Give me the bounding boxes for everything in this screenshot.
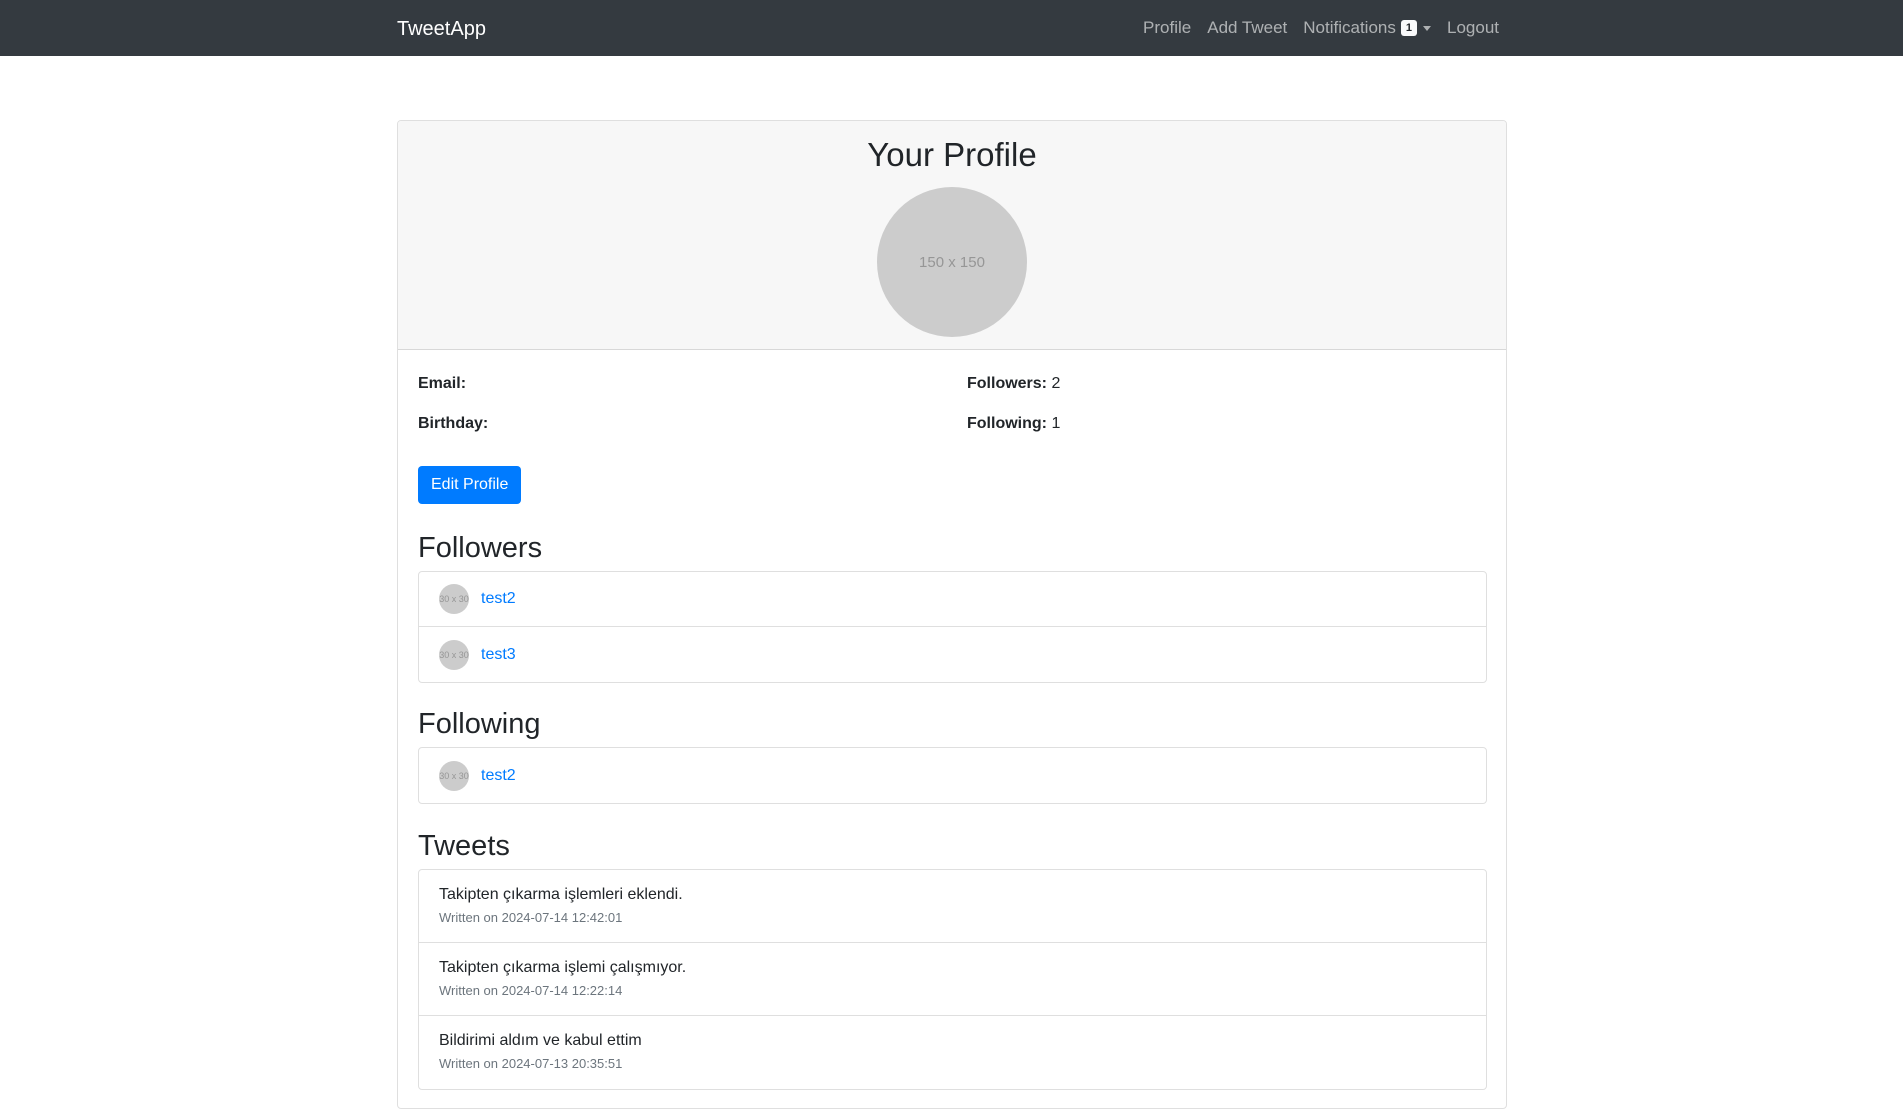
email-row: Email:	[418, 373, 466, 395]
avatar-placeholder-text: 30 x 30	[439, 770, 469, 781]
tweet-item: Takipten çıkarma işlemi çalışmıyor. Writ…	[419, 943, 1486, 1016]
tweet-item: Bildirimi aldım ve kabul ettim Written o…	[419, 1016, 1486, 1089]
nav-logout-link[interactable]: Logout	[1447, 16, 1499, 40]
email-label: Email:	[418, 375, 467, 392]
avatar: 30 x 30	[439, 639, 469, 670]
following-count-value: 1	[1051, 415, 1061, 432]
tweet-text: Bildirimi aldım ve kabul ettim	[439, 1032, 642, 1049]
top-navbar: TweetApp Profile Add Tweet Notifications…	[0, 0, 1903, 56]
following-count-label: Following:	[967, 415, 1047, 432]
follower-link[interactable]: test3	[481, 646, 516, 664]
following-count-row: Following: 1	[967, 413, 1060, 435]
followers-count-row: Followers: 2	[967, 373, 1060, 395]
tweet-text: Takipten çıkarma işlemleri eklendi.	[439, 886, 683, 903]
tweet-text: Takipten çıkarma işlemi çalışmıyor.	[439, 959, 687, 976]
tweet-timestamp: Written on 2024-07-14 12:22:14	[439, 983, 623, 998]
followers-list: 30 x 30 test2 30 x 30 test3	[418, 571, 1487, 683]
nav-links: Profile Add Tweet Notifications 1 Logout	[1127, 0, 1499, 56]
list-item: 30 x 30 test3	[419, 627, 1486, 682]
nav-profile-link[interactable]: Profile	[1143, 16, 1191, 40]
avatar-placeholder-text: 30 x 30	[439, 649, 469, 660]
brand-link[interactable]: TweetApp	[397, 16, 486, 42]
edit-profile-button[interactable]: Edit Profile	[418, 466, 522, 504]
page-title: Your Profile	[867, 136, 1037, 173]
list-item: 30 x 30 test2	[419, 572, 1486, 627]
tweets-list: Takipten çıkarma işlemleri eklendi. Writ…	[418, 869, 1487, 1090]
avatar: 30 x 30	[439, 760, 469, 791]
following-link[interactable]: test2	[481, 767, 516, 785]
nav-add-tweet-link[interactable]: Add Tweet	[1207, 16, 1287, 40]
notifications-count-badge: 1	[1400, 20, 1417, 36]
tweet-item: Takipten çıkarma işlemleri eklendi. Writ…	[419, 870, 1486, 943]
follower-link[interactable]: test2	[481, 590, 516, 608]
avatar-placeholder-text: 150 x 150	[919, 253, 985, 271]
tweet-timestamp: Written on 2024-07-14 12:42:01	[439, 910, 623, 925]
birthday-row: Birthday:	[418, 413, 488, 435]
nav-notifications-dropdown[interactable]: Notifications 1	[1303, 16, 1431, 40]
followers-heading: Followers	[418, 532, 543, 564]
birthday-label: Birthday:	[418, 415, 489, 432]
following-heading: Following	[418, 708, 541, 740]
avatar: 30 x 30	[439, 584, 469, 614]
chevron-down-icon	[1423, 25, 1431, 31]
following-list: 30 x 30 test2	[418, 747, 1487, 804]
profile-avatar: 150 x 150	[877, 187, 1027, 337]
followers-count-label: Followers:	[967, 375, 1048, 392]
profile-card-header: Your Profile 150 x 150	[398, 121, 1506, 350]
profile-card: Your Profile 150 x 150 Email: Birthday: …	[397, 120, 1507, 1109]
notifications-label: Notifications	[1303, 18, 1396, 37]
followers-count-value: 2	[1051, 375, 1061, 392]
tweet-timestamp: Written on 2024-07-13 20:35:51	[439, 1056, 623, 1071]
tweets-heading: Tweets	[418, 830, 510, 862]
avatar-placeholder-text: 30 x 30	[439, 594, 469, 604]
list-item: 30 x 30 test2	[419, 748, 1486, 803]
